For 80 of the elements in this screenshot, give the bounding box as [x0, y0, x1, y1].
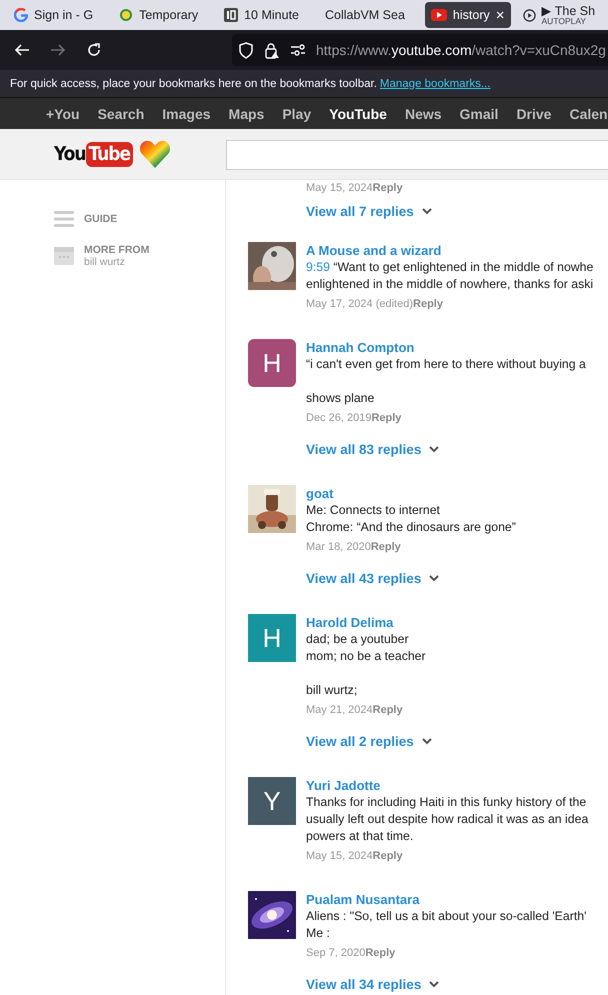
chevron-down-icon [429, 981, 440, 988]
lock-warning-icon[interactable] [264, 42, 280, 58]
comment-author[interactable]: A Mouse and a wizard [306, 242, 594, 259]
chevron-down-icon [429, 575, 440, 582]
letter-avatar[interactable]: Y [248, 777, 296, 825]
comment-text: bill wurtz; [306, 682, 358, 699]
reply-button[interactable]: Reply [372, 849, 403, 863]
sidebar-item[interactable]: GUIDE [54, 210, 225, 228]
shield-icon[interactable] [238, 42, 254, 58]
letter-avatar[interactable]: H [248, 614, 296, 662]
reply-button[interactable]: Reply [413, 297, 443, 311]
bookmarks-hint: For quick access, place your bookmarks here on the bookmarks toolbar. [10, 78, 377, 90]
nav-link[interactable]: Play [282, 106, 312, 122]
nav-link[interactable]: Images [162, 106, 211, 122]
comment-text: “i can't even get from here to there without buying a [306, 356, 586, 373]
nav-link[interactable]: Calen [569, 106, 608, 122]
reload-icon[interactable] [86, 42, 102, 58]
comment-text: Aliens : "So, tell us a bit about your so-called 'Earth' Me : [306, 908, 586, 942]
reply-button[interactable]: Reply [371, 411, 402, 425]
browser-tab[interactable]: ▶ The Sh AUTOPLAY [516, 2, 602, 28]
comment-author[interactable]: Harold Delima [306, 614, 432, 631]
nav-link[interactable]: News [404, 106, 442, 122]
square-icon [224, 8, 238, 22]
sliders-icon[interactable] [290, 43, 306, 57]
google-icon [14, 8, 28, 22]
reply-button[interactable]: Reply [370, 540, 401, 554]
comment-date: May 21, 2024 [306, 703, 373, 717]
reply-button[interactable]: Reply [372, 703, 403, 717]
comment-author[interactable]: Hannah Compton [306, 339, 586, 356]
browser-tab[interactable]: 10 Minute [218, 2, 306, 28]
globe-icon [119, 8, 134, 22]
nav-link[interactable]: Search [98, 106, 144, 122]
browser-tab[interactable]: history × [424, 2, 511, 28]
sidebar-item[interactable]: MORE FROM bill wurtz [54, 244, 225, 268]
menu-icon [54, 210, 74, 228]
comment-text: 9:59 “Want to get enlightened in the middle of nowhe enlightened in the middle of nowhere, thanks for aski [306, 259, 594, 293]
view-replies-button[interactable]: View all 2 replies [306, 734, 432, 749]
heart-icon [139, 139, 172, 169]
manage-bookmarks-link[interactable]: Manage bookmarks... [380, 78, 490, 90]
comment-date: May 15, 2024 [306, 181, 373, 195]
comment-date: May 15, 2024 [306, 849, 373, 863]
chevron-down-icon [429, 446, 440, 453]
play-circle-icon [522, 8, 536, 22]
url-text: https://www.youtube.com/watch?v=xuCn8ux2g [316, 42, 606, 58]
comment-date: Sep 7, 2020 [306, 946, 366, 960]
comment-text: shows plane [306, 390, 376, 407]
back-icon[interactable] [14, 42, 30, 58]
play-icon [430, 9, 447, 21]
comment-text: dad; be a youtuber mom; no be a teacher [306, 631, 427, 665]
reply-button[interactable]: Reply [365, 946, 396, 960]
view-replies-button[interactable]: View all 34 replies [306, 977, 440, 992]
browser-tab[interactable]: Sign in - G [8, 2, 100, 28]
comment-author[interactable]: Pualam Nusantara [306, 891, 586, 908]
reply-button[interactable]: Reply [372, 181, 403, 195]
chevron-down-icon [422, 208, 432, 215]
comment-date: Dec 26, 2019 [306, 411, 372, 425]
address-bar[interactable]: https://www.youtube.com/watch?v=xuCn8ux2g [232, 34, 608, 66]
chevron-down-icon [422, 738, 432, 745]
comment-date: May 17, 2024 (edited) [306, 297, 414, 311]
forward-icon[interactable] [50, 42, 66, 58]
view-replies-button[interactable]: View all 43 replies [306, 571, 440, 586]
comment-author[interactable]: Yuri Jadotte [306, 777, 588, 794]
nav-link[interactable]: +You [46, 106, 80, 122]
search-field[interactable] [226, 140, 608, 170]
nav-link[interactable]: Gmail [460, 106, 498, 122]
view-replies-button[interactable]: View all 7 replies [306, 204, 432, 219]
channel-icon [54, 247, 74, 265]
timestamp-link[interactable]: 9:59 [306, 260, 330, 274]
browser-tab[interactable]: CollabVM Sea [319, 2, 411, 28]
close-icon[interactable]: × [496, 6, 505, 24]
comment-author[interactable]: goat [306, 485, 516, 502]
view-replies-button[interactable]: View all 83 replies [306, 442, 440, 457]
nav-link[interactable]: YouTube [329, 106, 387, 122]
letter-avatar[interactable]: H [248, 339, 296, 387]
nav-link[interactable]: Maps [228, 106, 264, 122]
comment-text: Thanks for including Haiti in this funky history of the usually left out despite how radical it was as an idea powers at that time. [306, 794, 588, 845]
nav-link[interactable]: Drive [516, 106, 552, 122]
browser-tab[interactable]: Temporary [113, 2, 204, 28]
comment-date: Mar 18, 2020 [306, 540, 371, 554]
comment-text: Me: Connects to internet Chrome: “And the dinosaurs are gone” [306, 502, 516, 536]
